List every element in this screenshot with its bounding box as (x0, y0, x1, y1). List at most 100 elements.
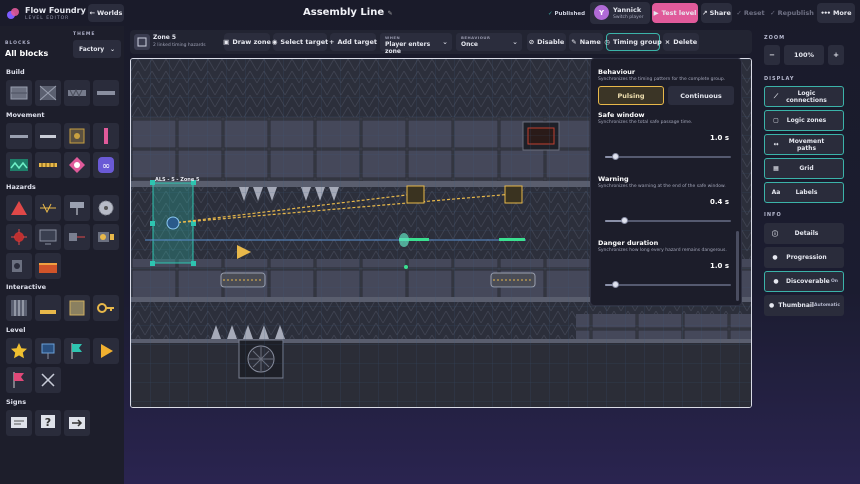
warning-knob[interactable] (620, 217, 628, 224)
info-discoverable[interactable]: ● Discoverable On (764, 271, 844, 292)
zoom-out-button[interactable]: − (764, 45, 780, 65)
platform-icon (97, 91, 115, 95)
when-select[interactable]: WHEN Player enters zone ⌄ (380, 33, 452, 55)
danger-knob[interactable] (612, 281, 620, 288)
safe-window-slider[interactable] (605, 153, 731, 160)
block-saw[interactable] (93, 195, 119, 221)
block-goal-flag[interactable] (6, 367, 32, 393)
section-signs: Signs (6, 398, 27, 406)
block-grate[interactable] (35, 80, 61, 106)
block-crusher[interactable] (64, 123, 90, 149)
block-star[interactable] (6, 338, 32, 364)
warning-slider[interactable] (605, 217, 731, 224)
saw-icon (98, 200, 114, 216)
block-dropper[interactable] (64, 195, 90, 221)
select-target-button[interactable]: ◉ Select target (271, 33, 329, 51)
target-icon: ◉ (271, 38, 278, 46)
block-girder[interactable] (64, 80, 90, 106)
block-pressure-plate[interactable] (35, 295, 61, 321)
block-conveyor[interactable] (35, 152, 61, 178)
continuous-option[interactable]: Continuous (668, 86, 734, 105)
block-mine[interactable] (6, 224, 32, 250)
draw-icon: ▣ (223, 38, 230, 46)
worlds-button[interactable]: ← Worlds (88, 4, 124, 22)
level-title: Assembly Line (303, 7, 385, 18)
block-crate[interactable] (64, 295, 90, 321)
block-arrow-sign[interactable] (64, 410, 90, 436)
block-electric[interactable] (35, 195, 61, 221)
metal-wall-icon (10, 86, 28, 100)
add-target-button[interactable]: + Add target (329, 33, 377, 51)
user-action: Switch player (613, 15, 644, 20)
block-key[interactable] (93, 295, 119, 321)
danger-slider[interactable] (605, 281, 731, 288)
block-speaker[interactable] (6, 253, 32, 279)
user-switcher[interactable]: Y Yannick Switch player (590, 2, 650, 24)
block-rotator[interactable] (64, 152, 90, 178)
block-loop[interactable]: ∞ (93, 152, 119, 178)
reset-button[interactable]: ✓ Reset (734, 4, 767, 22)
display-movement-paths[interactable]: ↔ Movement paths (764, 134, 844, 155)
pressure-plate-icon (40, 310, 56, 314)
theme-select[interactable]: Factory ⌄ (73, 40, 121, 58)
share-label: Share (709, 9, 731, 17)
block-laser[interactable] (64, 224, 90, 250)
blocks-label: BLOCKS (5, 41, 31, 46)
edit-pencil-icon[interactable]: ✎ (388, 10, 393, 17)
behaviour-title: Behaviour (598, 68, 636, 76)
add-target-label: Add target (337, 38, 377, 46)
display-logic-connections[interactable]: ⟋ Logic connections (764, 86, 844, 107)
rename-button[interactable]: ✎ Name (569, 33, 603, 51)
block-start-flag[interactable] (64, 338, 90, 364)
pulsing-option[interactable]: Pulsing (598, 86, 664, 105)
info-thumbnail[interactable]: ● Thumbnail Automatic (764, 295, 844, 316)
block-metal-wall[interactable] (6, 80, 32, 106)
popover-scrollbar[interactable] (736, 231, 739, 301)
block-platform[interactable] (93, 80, 119, 106)
block-hint-sign[interactable]: ? (35, 410, 61, 436)
block-spring[interactable] (93, 123, 119, 149)
zoom-label: ZOOM (764, 35, 786, 41)
block-eraser[interactable] (35, 367, 61, 393)
discoverable-label: Discoverable (786, 278, 830, 285)
delete-label: Delete (673, 38, 698, 46)
page-title[interactable]: Assembly Line ✎ (303, 7, 393, 18)
display-grid[interactable]: ▦ Grid (764, 158, 844, 179)
republish-button[interactable]: ✓ Republish (770, 4, 814, 22)
display-labels[interactable]: Aa Labels (764, 182, 844, 203)
block-rail[interactable] (6, 123, 32, 149)
rail-icon (10, 135, 28, 138)
block-moving-platform[interactable] (35, 123, 61, 149)
disable-button[interactable]: ⊘ Disable (527, 33, 566, 51)
delete-button[interactable]: × Delete (663, 33, 699, 51)
zoom-in-button[interactable]: + (828, 45, 844, 65)
loop-icon: ∞ (98, 157, 114, 173)
block-fire-grate[interactable] (35, 253, 61, 279)
more-button[interactable]: ••• More (817, 3, 855, 23)
display-logic-zones[interactable]: ▢ Logic zones (764, 110, 844, 131)
share-button[interactable]: ↗ Share (701, 3, 732, 23)
block-exit-arrow[interactable] (93, 338, 119, 364)
timing-group-button[interactable]: ◷ Timing group (604, 33, 662, 51)
info-progression[interactable]: ● Progression (764, 247, 844, 268)
connection-icon: ⟋ (773, 92, 779, 100)
safe-window-title: Safe window (598, 111, 645, 119)
block-wave-path[interactable] (6, 152, 32, 178)
block-monitor[interactable] (35, 224, 61, 250)
block-warning-sign[interactable] (6, 195, 32, 221)
safe-window-knob[interactable] (612, 153, 620, 160)
block-turret[interactable] (93, 224, 119, 250)
draw-zone-label: Draw zone (232, 38, 271, 46)
svg-text:?: ? (45, 416, 51, 429)
zoom-value[interactable]: 100% (784, 45, 824, 65)
test-level-button[interactable]: ▶ Test level (652, 3, 698, 23)
behaviour-select[interactable]: BEHAVIOUR Once ⌄ (456, 33, 522, 51)
block-checkpoint-sign[interactable] (35, 338, 61, 364)
select-target-label: Select target (280, 38, 329, 46)
progression-label: Progression (786, 254, 827, 261)
draw-zone-button[interactable]: ▣ Draw zone (223, 33, 271, 51)
check-icon: ✓ (736, 9, 742, 17)
info-details[interactable]: ⓘ Details (764, 223, 844, 244)
block-text-sign[interactable] (6, 410, 32, 436)
block-gate[interactable] (6, 295, 32, 321)
